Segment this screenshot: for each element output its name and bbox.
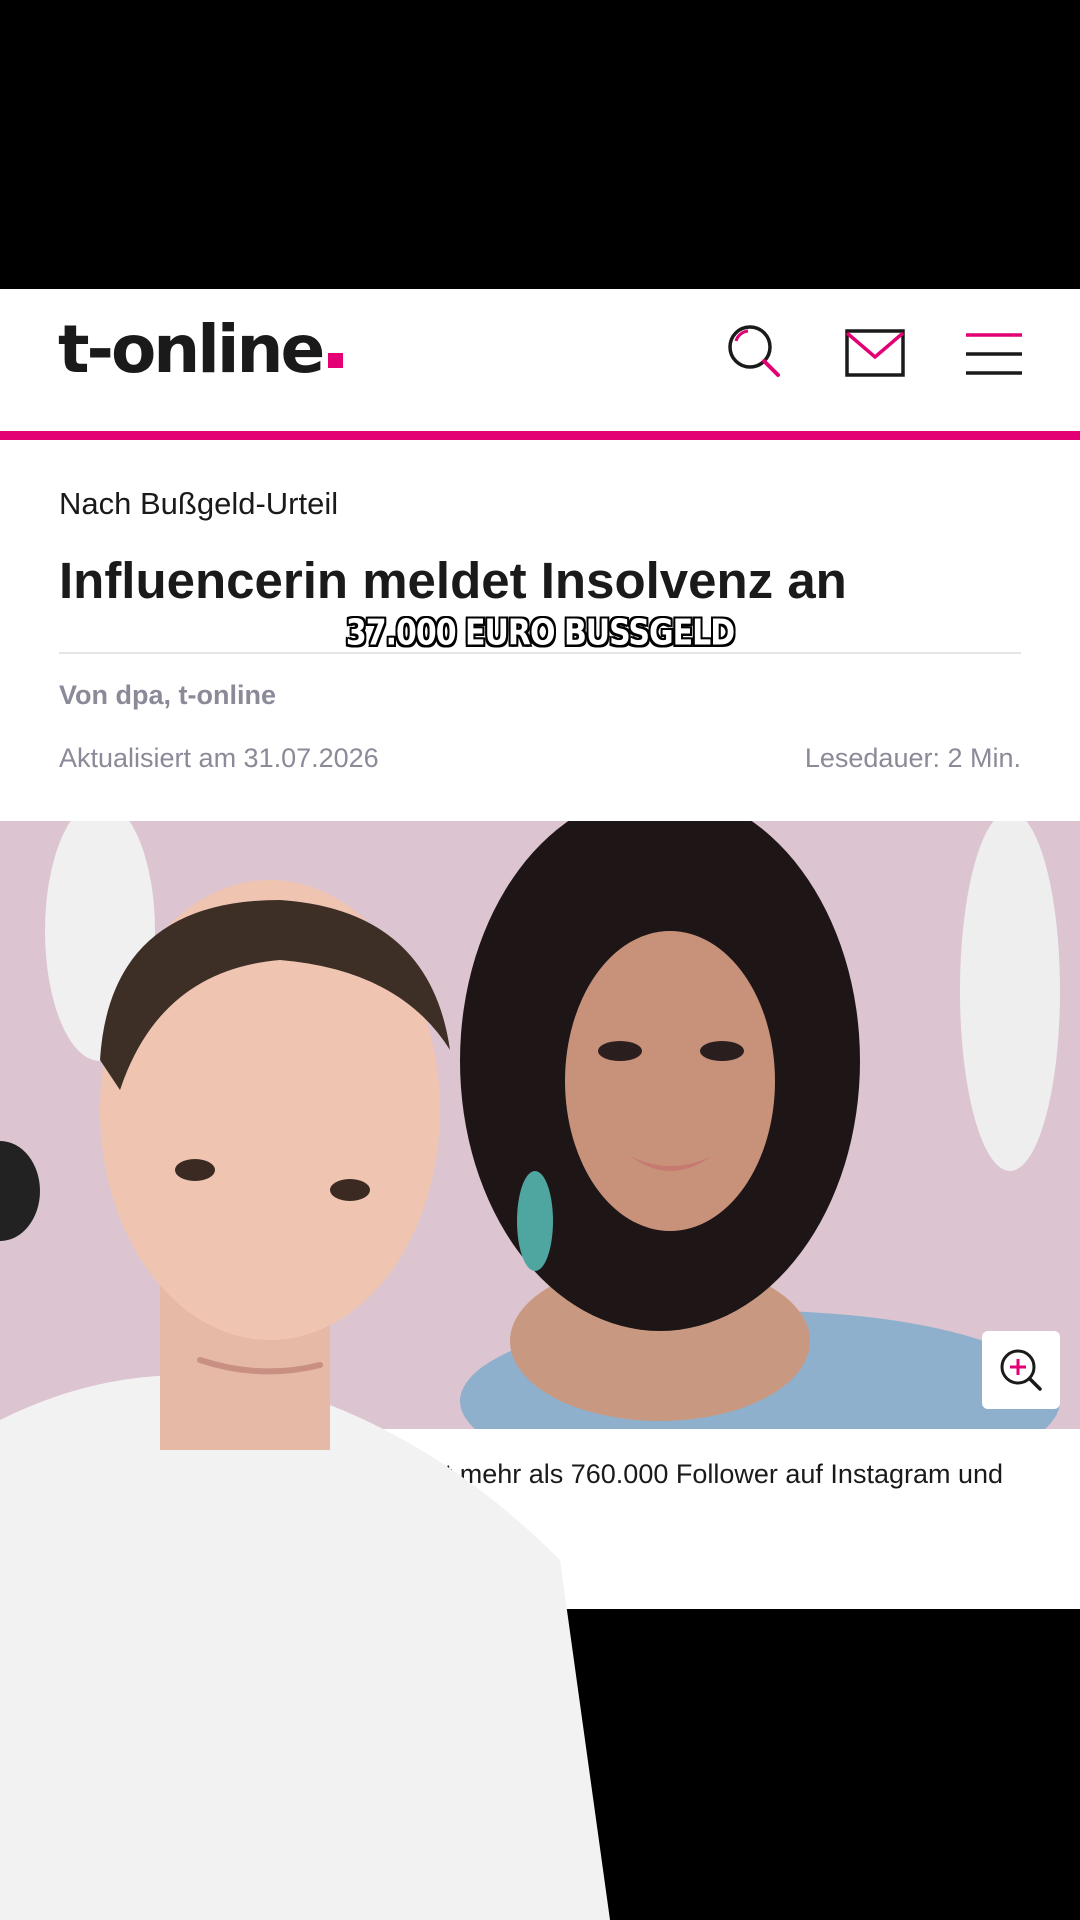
article-author[interactable]: Von dpa, t-online [59, 680, 276, 711]
header-accent-line [0, 431, 1080, 440]
menu-button[interactable] [958, 319, 1028, 389]
presenter-overlay [0, 880, 610, 1920]
logo-dot [328, 353, 344, 368]
mail-button[interactable] [840, 319, 910, 389]
article-kicker: Nach Bußgeld-Urteil [59, 486, 339, 521]
video-caption-overlay: 37.000 EURO BUSSGELD [345, 612, 735, 655]
menu-icon [966, 333, 1022, 375]
search-button[interactable] [720, 319, 790, 389]
zoom-in-icon [1000, 1349, 1042, 1391]
zoom-button[interactable] [982, 1331, 1060, 1409]
article-reading-time: Lesedauer: 2 Min. [804, 743, 1021, 773]
mail-icon [845, 329, 905, 377]
article-updated: Aktualisiert am 31.07.2026 [59, 743, 379, 773]
t-online-logo[interactable]: t-online [58, 311, 344, 388]
article-headline: Influencerin meldet Insolvenz an [59, 552, 847, 609]
site-header: t-online [0, 289, 1080, 431]
search-icon [728, 325, 780, 377]
video-top-bar [0, 0, 1080, 289]
